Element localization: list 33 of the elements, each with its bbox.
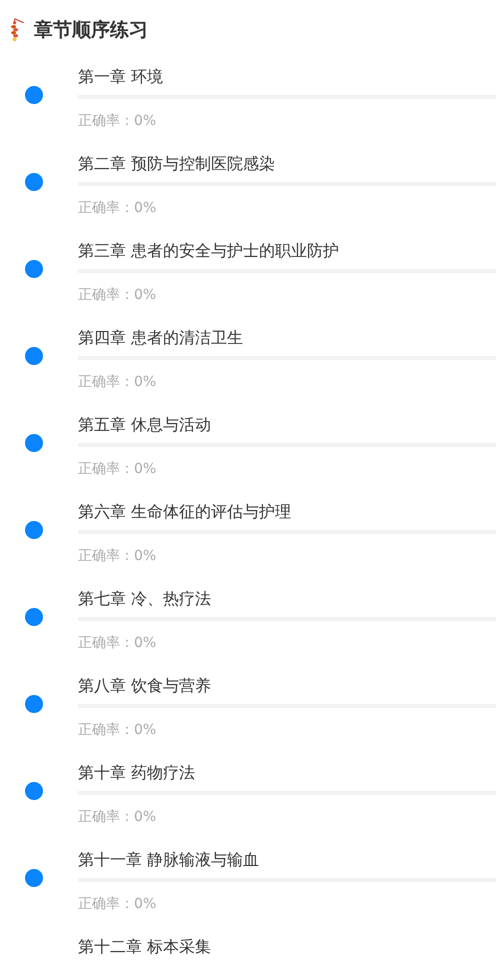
accuracy-text: 正确率：0%	[78, 199, 156, 217]
firecracker-icon	[11, 18, 24, 42]
chapter-title[interactable]: 第八章 饮食与营养	[78, 676, 212, 696]
page-title: 章节顺序练习	[34, 18, 148, 43]
chapter-title[interactable]: 第十二章 标本采集	[78, 937, 212, 957]
chapter-title[interactable]: 第十章 药物疗法	[78, 763, 196, 783]
bullet-dot	[25, 173, 43, 191]
accuracy-text: 正确率：0%	[78, 112, 156, 130]
accuracy-text: 正确率：0%	[78, 895, 156, 913]
chapter-title[interactable]: 第十一章 静脉输液与输血	[78, 850, 260, 870]
chapter-title[interactable]: 第六章 生命体征的评估与护理	[78, 502, 292, 522]
bullet-dot	[25, 869, 43, 887]
bullet-dot	[25, 347, 43, 365]
accuracy-text: 正确率：0%	[78, 547, 156, 565]
bullet-dot	[25, 608, 43, 626]
accuracy-text: 正确率：0%	[78, 373, 156, 391]
chapter-title[interactable]: 第三章 患者的安全与护士的职业防护	[78, 241, 340, 261]
bullet-dot	[25, 260, 43, 278]
bullet-dot	[25, 434, 43, 452]
accuracy-text: 正确率：0%	[78, 808, 156, 826]
accuracy-text: 正确率：0%	[78, 721, 156, 739]
bullet-dot	[25, 86, 43, 104]
chapter-title[interactable]: 第五章 休息与活动	[78, 415, 212, 435]
accuracy-text: 正确率：0%	[78, 286, 156, 304]
bullet-dot	[25, 782, 43, 800]
chapter-title[interactable]: 第一章 环境	[78, 67, 164, 87]
chapter-title[interactable]: 第二章 预防与控制医院感染	[78, 154, 276, 174]
bullet-dot	[25, 521, 43, 539]
accuracy-text: 正确率：0%	[78, 634, 156, 652]
bullet-dot	[25, 695, 43, 713]
chapter-title[interactable]: 第七章 冷、热疗法	[78, 589, 212, 609]
accuracy-text: 正确率：0%	[78, 460, 156, 478]
chapter-title[interactable]: 第四章 患者的清洁卫生	[78, 328, 244, 348]
